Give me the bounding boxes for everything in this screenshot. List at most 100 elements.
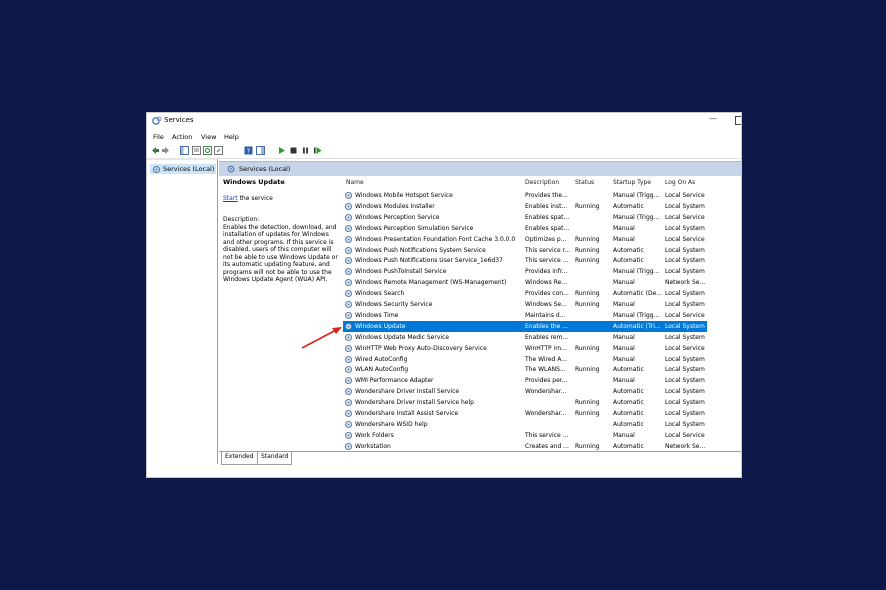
tab-extended[interactable]: Extended <box>221 452 258 465</box>
service-startup-type: Automatic <box>613 202 644 210</box>
service-log-on-as: Local System <box>665 322 705 330</box>
service-startup-type: Automatic <box>613 399 644 407</box>
service-row[interactable]: Windows Update Enables the ... Automatic (… <box>343 320 707 332</box>
service-status: Running <box>575 235 600 243</box>
service-description: Provides infr... <box>525 268 568 276</box>
menu-action[interactable]: Action <box>172 133 192 141</box>
service-startup-type: Automatic <box>613 246 644 254</box>
refresh-icon[interactable] <box>203 146 212 155</box>
service-startup-type: Automatic <box>613 257 644 265</box>
service-description: Enables rem... <box>525 333 569 341</box>
service-row[interactable]: Windows Perception Simulation Service Ena… <box>343 223 741 234</box>
service-log-on-as: Local System <box>665 246 705 254</box>
service-name: Workstation <box>355 442 391 450</box>
console-tree-icon[interactable] <box>180 146 189 155</box>
service-row[interactable]: WLAN AutoConfig The WLANS... Running Automa… <box>343 364 741 375</box>
service-status: Running <box>575 442 600 450</box>
service-startup-type: Manual <box>613 377 635 385</box>
service-description: Enables spat... <box>525 213 570 221</box>
service-startup-type: Manual <box>613 279 635 287</box>
column-header-log-on-as[interactable]: Log On As <box>665 179 695 186</box>
tab-standard[interactable]: Standard <box>257 452 293 465</box>
gear-icon <box>344 442 353 450</box>
help-icon[interactable]: ? <box>244 146 253 155</box>
gear-icon <box>344 431 353 439</box>
service-row[interactable]: Wired AutoConfig The Wired A... Manual Loca… <box>343 354 741 365</box>
stop-service-icon[interactable] <box>289 146 298 155</box>
service-row[interactable]: Windows Remote Management (WS-Management… <box>343 277 741 288</box>
service-row[interactable]: Wondershare Install Assist Service Wonder… <box>343 408 741 419</box>
service-row[interactable]: Windows Perception Service Enables spat..… <box>343 212 741 223</box>
minimize-button[interactable]: — <box>709 114 717 123</box>
gear-icon <box>344 420 353 428</box>
start-service-link[interactable]: Start <box>223 195 238 202</box>
show-hide-pane-icon[interactable] <box>256 146 265 155</box>
menu-view[interactable]: View <box>201 133 216 141</box>
service-row[interactable]: Windows Presentation Foundation Font Cac… <box>343 234 741 245</box>
service-row[interactable]: Windows Search Provides con... Running Auto… <box>343 288 741 299</box>
service-description: Wondershar... <box>525 410 567 417</box>
service-startup-type: Manual <box>613 431 635 439</box>
service-row[interactable]: Wondershare Driver Install Service Wonder… <box>343 386 741 397</box>
service-status: Running <box>575 257 600 265</box>
start-service-suffix: the service <box>237 194 273 202</box>
service-status: Running <box>575 366 600 374</box>
services-app-icon <box>152 116 162 125</box>
service-description: Optimizes p... <box>525 235 567 243</box>
service-startup-type: Manual <box>613 344 635 352</box>
forward-arrow-icon[interactable] <box>161 146 170 155</box>
service-log-on-as: Local System <box>665 202 705 210</box>
service-name: WMI Performance Adapter <box>355 377 434 385</box>
service-startup-type: Automatic <box>613 420 644 428</box>
service-description: Provides per... <box>525 377 568 385</box>
service-row[interactable]: Windows Modules Installer Enables inst...… <box>343 201 741 212</box>
column-header-status[interactable]: Status <box>575 179 594 186</box>
service-row[interactable]: Windows Time Maintains d... Manual (Trigg.… <box>343 310 741 321</box>
service-row[interactable]: Windows PushToInstall Service Provides in… <box>343 266 741 277</box>
start-service-icon[interactable] <box>277 146 286 155</box>
tree-item-services-local[interactable]: Services (Local) <box>150 164 217 174</box>
service-row[interactable]: Windows Update Medic Service Enables rem.… <box>343 332 741 343</box>
service-row[interactable]: Wondershare WSID help Automatic Local Syst… <box>343 419 741 430</box>
properties-sheet-icon[interactable] <box>192 146 201 155</box>
service-row[interactable]: Work Folders This service ... Manual Local … <box>343 430 741 441</box>
service-name: Windows Presentation Foundation Font Cac… <box>355 235 516 243</box>
service-description: Enables the ... <box>525 322 568 330</box>
column-header-description[interactable]: Description <box>525 179 559 186</box>
service-log-on-as: Local Service <box>665 344 705 352</box>
service-log-on-as: Local System <box>665 301 705 308</box>
gear-icon <box>344 213 353 221</box>
service-log-on-as: Local Service <box>665 235 705 243</box>
column-header-name[interactable]: Name <box>346 179 364 186</box>
menu-file[interactable]: File <box>153 133 164 141</box>
pause-service-icon[interactable] <box>301 146 310 155</box>
maximize-button[interactable] <box>735 116 741 125</box>
menu-help[interactable]: Help <box>224 133 239 141</box>
service-row[interactable]: Windows Push Notifications User Service_… <box>343 255 741 266</box>
restart-service-icon[interactable] <box>313 146 322 155</box>
service-log-on-as: Local System <box>665 399 705 407</box>
service-log-on-as: Local Service <box>665 431 705 439</box>
console-tree-pane: Services (Local) <box>147 159 218 464</box>
title-bar: Services — <box>147 113 741 131</box>
service-description: Enables spat... <box>525 224 570 232</box>
back-arrow-icon[interactable] <box>151 146 160 155</box>
service-startup-type: Automatic (Tri... <box>613 322 661 330</box>
service-status: Running <box>575 202 600 210</box>
service-log-on-as: Local System <box>665 257 705 265</box>
gear-icon <box>344 191 353 200</box>
window-title: Services <box>164 116 194 124</box>
service-row[interactable]: Wondershare Driver Install Service help R… <box>343 397 741 408</box>
column-header-startup-type[interactable]: Startup Type <box>613 179 651 186</box>
service-row[interactable]: WMI Performance Adapter Provides per... Ma… <box>343 375 741 386</box>
service-row[interactable]: WinHTTP Web Proxy Auto-Discovery Service… <box>343 343 741 354</box>
service-startup-type: Manual (Trigg... <box>613 213 660 221</box>
service-name: Windows Modules Installer <box>355 202 435 210</box>
service-row[interactable]: Windows Mobile Hotspot Service Provides t… <box>343 190 741 201</box>
export-list-icon[interactable] <box>214 146 223 155</box>
service-log-on-as: Local System <box>665 224 705 232</box>
gear-icon <box>344 311 353 319</box>
service-row[interactable]: Windows Security Service Windows Se... Run… <box>343 299 741 310</box>
service-description: Maintains d... <box>525 311 566 319</box>
service-row[interactable]: Windows Push Notifications System Servic… <box>343 245 741 256</box>
